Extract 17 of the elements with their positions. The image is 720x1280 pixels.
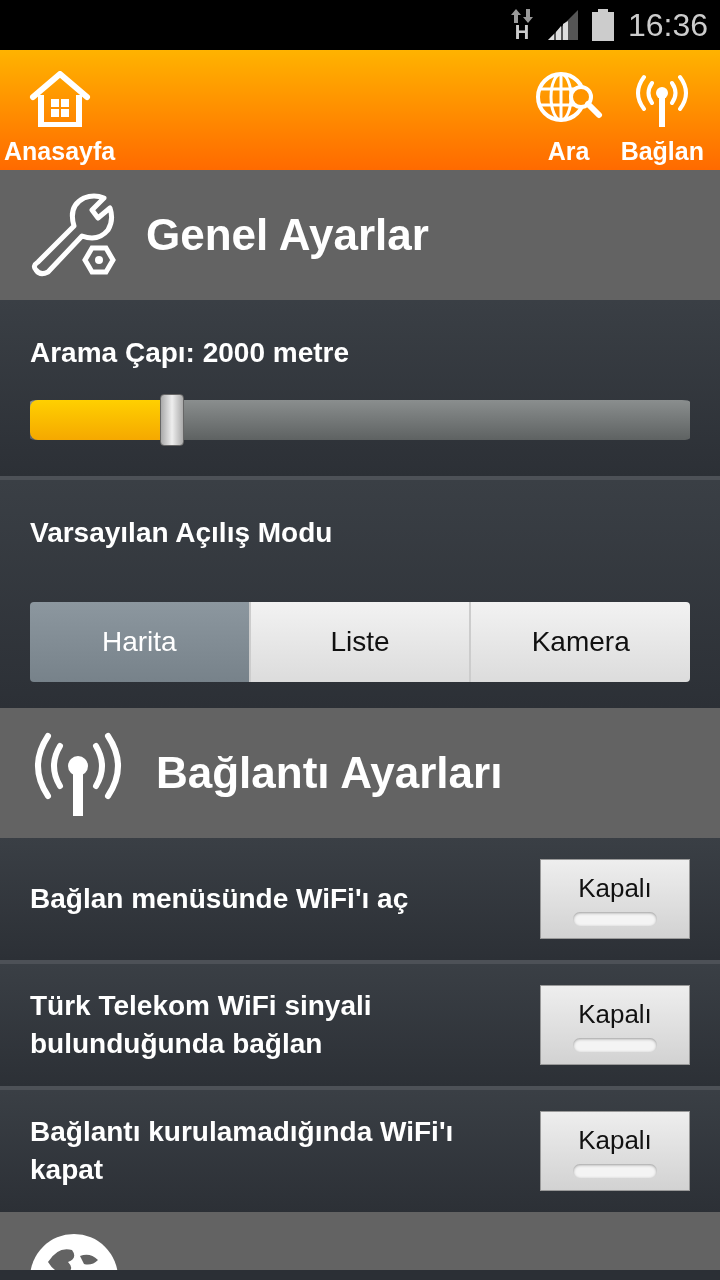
setting-label: Bağlantı kurulamadığında WiFi'ı kapat (30, 1115, 455, 1187)
setting-label: Arama Çapı: 2000 metre (30, 336, 351, 370)
mode-option[interactable]: Liste (248, 602, 470, 682)
setting-label: Türk Telekom WiFi sinyali bulunduğunda bağlan (30, 989, 373, 1061)
battery-icon (591, 9, 614, 41)
section-title: Genel Ayarlar (146, 210, 429, 260)
toggle-button[interactable]: Kapalı (540, 985, 690, 1065)
toggle-button[interactable]: Kapalı (540, 1111, 690, 1191)
mode-option[interactable]: Kamera (469, 602, 690, 682)
setting-label: Varsayılan Açılış Modu (30, 516, 334, 550)
slider-thumb[interactable] (159, 394, 184, 446)
clock: 16:36 (627, 6, 708, 44)
house-icon (28, 71, 91, 127)
signal-icon (547, 10, 578, 40)
setting-label: Bağlan menüsünde WiFi'ı aç (30, 882, 410, 916)
section-title: Bağlantı Ayarları (156, 748, 503, 798)
toggle-button[interactable]: Kapalı (540, 859, 690, 939)
